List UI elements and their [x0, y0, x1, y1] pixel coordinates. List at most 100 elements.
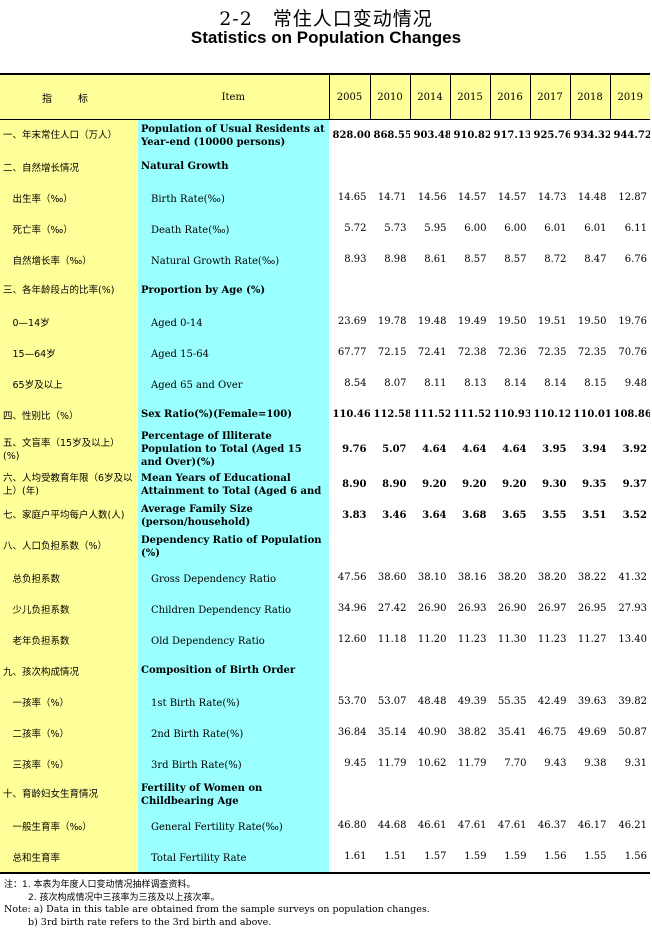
- header-year: 2017: [529, 73, 570, 120]
- cell-value: 9.45: [344, 758, 367, 769]
- cell-value: 46.21: [618, 820, 647, 831]
- row-indicator-cn: 总负担系数: [0, 562, 138, 593]
- cell-value: 39.82: [618, 696, 647, 707]
- cell-value: 5.07: [382, 444, 407, 455]
- table-row: 二、自然增长情况 Natural Growth: [0, 151, 650, 182]
- table-row: 一、年末常住人口（万人） Population of Usual Resident…: [0, 119, 650, 151]
- cell-value: [450, 275, 490, 306]
- cell-value: 3.68: [462, 510, 487, 521]
- cell-value: 19.49: [457, 316, 487, 327]
- row-indicator-cn: 出生率（‰）: [0, 182, 138, 213]
- table-row: 十、育龄妇女生育情况 Fertility of Women on Childbea…: [0, 779, 650, 810]
- cell-value: 112.58: [373, 409, 411, 420]
- cell-value: 14.56: [417, 192, 447, 203]
- header-year: 2019: [609, 73, 650, 120]
- cell-value: 6.01: [544, 223, 567, 234]
- row-item-en: 1st Birth Rate(%): [138, 686, 329, 717]
- table-row: 三、各年龄段占的比率(%) Proportion by Age (%): [0, 275, 650, 306]
- table-row: 二孩率（%） 2nd Birth Rate(%) 36.84 35.14 40.90 3…: [0, 717, 650, 748]
- cell-value: 46.17: [577, 820, 607, 831]
- cell-value: [329, 151, 370, 182]
- cell-value: 8.07: [384, 378, 407, 389]
- cell-value: [610, 779, 650, 810]
- cell-value: 42.49: [537, 696, 567, 707]
- cell-value: 8.14: [504, 378, 527, 389]
- row-item-en: Children Dependency Ratio: [138, 593, 329, 624]
- cell-value: 38.22: [577, 572, 607, 583]
- cell-value: 35.41: [497, 727, 527, 738]
- statistics-table: 指 标 Item 2005 2010 2014 2015 2016 2017 2…: [0, 73, 650, 874]
- table-row: 老年负担系数 Old Dependency Ratio 12.60 11.18 11.…: [0, 624, 650, 655]
- header-year: 2005: [328, 73, 370, 120]
- cell-value: 11.23: [537, 634, 567, 645]
- cell-value: 110.12: [533, 409, 571, 420]
- cell-value: 8.90: [382, 479, 407, 490]
- row-indicator-cn: 七、家庭户平均每户人数(人): [0, 500, 138, 531]
- cell-value: [610, 531, 650, 562]
- cell-value: 5.73: [384, 223, 407, 234]
- table-row: 15—64岁 Aged 15-64 67.77 72.15 72.41 72.38 72.…: [0, 337, 650, 368]
- cell-value: 49.39: [457, 696, 487, 707]
- cell-value: 46.75: [537, 727, 567, 738]
- row-item-en: Natural Growth: [138, 151, 329, 182]
- row-indicator-cn: 四、性别比（%）: [0, 399, 138, 430]
- cell-value: [610, 275, 650, 306]
- row-indicator-cn: 一、年末常住人口（万人）: [0, 119, 138, 151]
- header-item: Item: [138, 73, 329, 120]
- row-indicator-cn: 三孩率（%）: [0, 748, 138, 779]
- row-item-en: 3rd Birth Rate(%): [138, 748, 329, 779]
- table-body: 一、年末常住人口（万人） Population of Usual Resident…: [0, 119, 650, 874]
- cell-value: 8.98: [384, 254, 407, 265]
- cell-value: 38.82: [457, 727, 487, 738]
- table-row: 五、文盲率（15岁及以上）(%) Percentage of Illiterate…: [0, 430, 650, 469]
- row-indicator-cn: 自然增长率（‰）: [0, 244, 138, 275]
- cell-value: 38.60: [377, 572, 407, 583]
- table-row: 0—14岁 Aged 0-14 23.69 19.78 19.48 19.49 19.50…: [0, 306, 650, 337]
- cell-value: 14.73: [537, 192, 567, 203]
- table-header-row: 指 标 Item 2005 2010 2014 2015 2016 2017 2…: [0, 73, 650, 120]
- cell-value: 9.31: [624, 758, 647, 769]
- cell-value: 72.36: [497, 347, 527, 358]
- table-row: 65岁及以上 Aged 65 and Over 8.54 8.07 8.11 8.13 8…: [0, 368, 650, 399]
- cell-value: [450, 531, 490, 562]
- row-item-en: Total Fertility Rate: [138, 841, 329, 874]
- cell-value: 111.52: [453, 409, 491, 420]
- row-item-en: Death Rate(‰): [138, 213, 329, 244]
- cell-value: [570, 779, 610, 810]
- cell-value: 53.07: [377, 696, 407, 707]
- cell-value: [490, 275, 530, 306]
- cell-value: 46.61: [417, 820, 447, 831]
- row-item-en: Natural Growth Rate(‰): [138, 244, 329, 275]
- cell-value: [570, 531, 610, 562]
- row-indicator-cn: 死亡率（‰）: [0, 213, 138, 244]
- row-item-en: Composition of Birth Order: [138, 655, 329, 686]
- cell-value: 4.64: [502, 444, 527, 455]
- row-item-en: Gross Dependency Ratio: [138, 562, 329, 593]
- cell-value: 19.48: [417, 316, 447, 327]
- cell-value: 868.55: [373, 130, 411, 141]
- cell-value: 14.57: [457, 192, 487, 203]
- cell-value: 72.41: [417, 347, 447, 358]
- cell-value: 47.61: [497, 820, 527, 831]
- table-row: 八、人口负担系数（%） Dependency Ratio of Populatio…: [0, 531, 650, 562]
- row-indicator-cn: 十、育龄妇女生育情况: [0, 779, 138, 810]
- note-cn-2: 2. 孩次构成情况中三孩率为三孩及以上孩次率。: [28, 892, 220, 903]
- cell-value: 46.80: [337, 820, 367, 831]
- cell-value: [410, 655, 450, 686]
- cell-value: 3.94: [582, 444, 607, 455]
- cell-value: 1.61: [329, 841, 370, 874]
- cell-value: [370, 779, 410, 810]
- row-item-en: Birth Rate(‰): [138, 182, 329, 213]
- cell-value: 7.70: [504, 758, 527, 769]
- row-item-en: Aged 15-64: [138, 337, 329, 368]
- note-cn-1: 注：1. 本表为年度人口变动情况抽样调查资料。: [4, 880, 196, 890]
- cell-value: 26.90: [417, 603, 447, 614]
- header-year: 2015: [449, 73, 490, 120]
- row-indicator-cn: 二、自然增长情况: [0, 151, 138, 182]
- cell-value: [410, 779, 450, 810]
- row-indicator-cn: 九、孩次构成情况: [0, 655, 138, 686]
- header-year: 2010: [369, 73, 410, 120]
- cell-value: 925.76: [533, 130, 571, 141]
- cell-value: 11.27: [577, 634, 607, 645]
- cell-value: 9.35: [582, 479, 607, 490]
